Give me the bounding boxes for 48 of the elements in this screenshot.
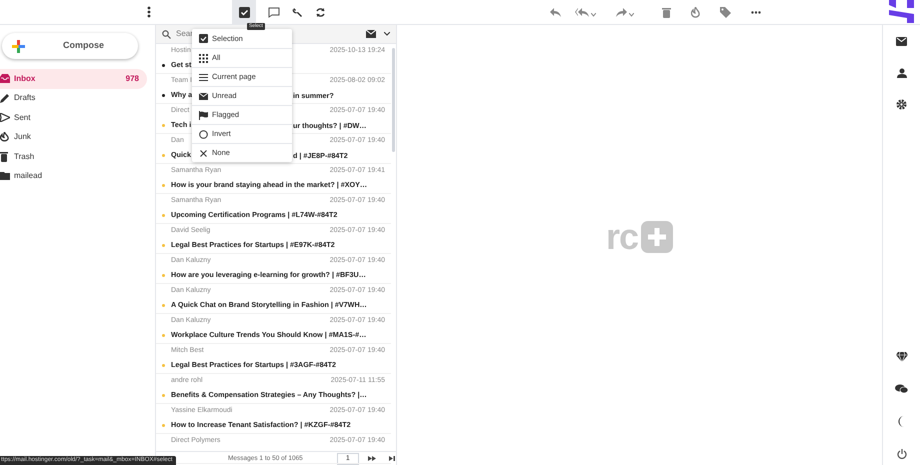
folder-item[interactable]: Sent	[0, 108, 147, 128]
settings-icon[interactable]	[896, 99, 907, 110]
folder-item[interactable]: Inbox 978	[0, 69, 147, 88]
folder-item[interactable]: Trash	[0, 147, 147, 166]
envelope-icon[interactable]	[896, 37, 907, 46]
diamond-icon[interactable]	[896, 352, 908, 362]
close-icon	[199, 148, 208, 158]
folder-item[interactable]: mailead	[0, 166, 147, 186]
circle-icon	[199, 130, 208, 138]
chat-icon[interactable]	[895, 384, 908, 394]
last-page-icon[interactable]	[388, 456, 395, 461]
wrench-icon[interactable]	[292, 6, 303, 18]
flag-icon	[199, 110, 208, 120]
flame-icon	[0, 132, 9, 142]
trash-icon[interactable]	[662, 6, 671, 18]
inbox-icon	[0, 74, 10, 84]
grid-icon	[199, 54, 208, 62]
checkbox-icon	[238, 6, 250, 18]
trash-icon	[0, 152, 8, 162]
more-icon[interactable]	[751, 10, 761, 14]
user-icon[interactable]	[896, 68, 906, 78]
compose-button[interactable]: Compose	[2, 33, 138, 59]
plus-icon	[12, 40, 25, 52]
search-icon	[162, 30, 171, 38]
plus-icon	[641, 221, 674, 253]
envelope-icon[interactable]	[366, 30, 376, 38]
caret-icon[interactable]	[384, 32, 390, 36]
pencil-icon	[0, 93, 10, 104]
reply-icon[interactable]	[550, 8, 561, 16]
tag-icon[interactable]	[720, 6, 731, 18]
reply-all-icon[interactable]	[575, 8, 589, 16]
flame-icon[interactable]	[691, 6, 700, 18]
refresh-icon[interactable]	[315, 6, 326, 18]
send-icon	[0, 113, 10, 122]
select-button[interactable]	[232, 0, 256, 24]
folder-icon	[0, 172, 10, 180]
folder-item[interactable]: Junk	[0, 128, 147, 147]
comment-icon[interactable]	[268, 6, 280, 18]
checkbox-icon	[199, 34, 208, 43]
forward-icon[interactable]	[616, 8, 627, 16]
search-field[interactable]: Sear	[176, 28, 193, 40]
folder-item[interactable]: Drafts	[0, 88, 147, 108]
power-icon[interactable]	[896, 449, 906, 459]
next-page-icon[interactable]	[368, 456, 376, 461]
more-options-icon[interactable]	[147, 6, 151, 18]
envelope-icon	[199, 92, 208, 100]
logo-icon	[888, 0, 914, 23]
lines-icon	[199, 72, 208, 82]
